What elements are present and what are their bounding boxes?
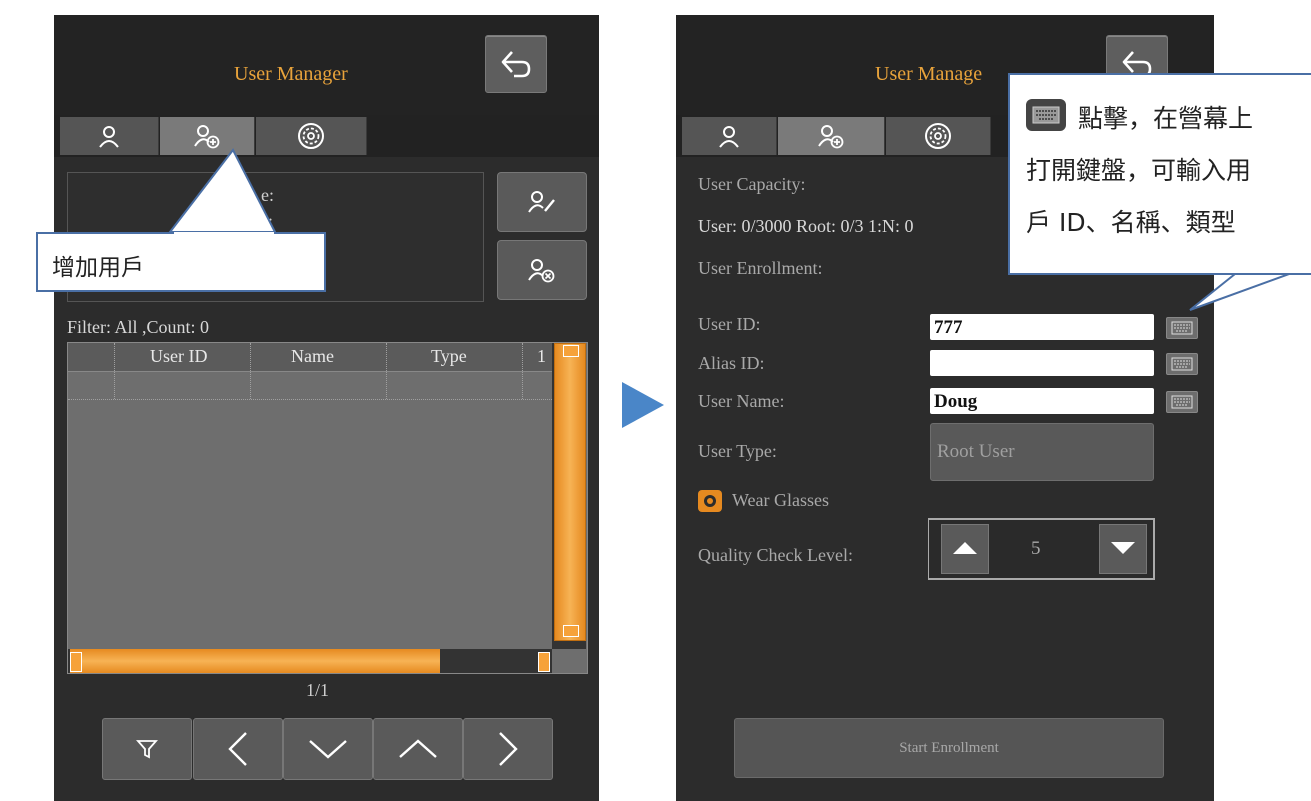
- user-table: User ID Name Type 1: [67, 342, 588, 674]
- add-user-callout: 增加用戶: [36, 232, 326, 292]
- table-header: User ID Name Type 1: [68, 343, 552, 372]
- scroll-down-end[interactable]: [563, 625, 579, 637]
- add-user-icon: [818, 125, 844, 149]
- prev-page-button[interactable]: [193, 718, 283, 780]
- column-divider: [522, 343, 523, 399]
- user-name-input[interactable]: Doug: [930, 388, 1154, 414]
- chevron-right-icon: [499, 732, 518, 766]
- wear-glasses-radio[interactable]: [698, 490, 722, 512]
- keyboard-callout: 點擊，在營幕上 打開鍵盤，可輸入用 戶 ID、名稱、類型: [1008, 73, 1311, 275]
- filter-status: Filter: All ,Count: 0: [67, 317, 210, 337]
- user-name-label: User Name:: [698, 391, 785, 411]
- quality-stepper[interactable]: 5: [928, 518, 1155, 580]
- keyboard-icon: [1026, 99, 1066, 131]
- callout-text: 增加用戶: [52, 255, 144, 281]
- alias-id-label: Alias ID:: [698, 353, 765, 373]
- page-indicator: 1/1: [306, 680, 330, 700]
- chevron-up-icon: [399, 739, 437, 758]
- quality-label: Quality Check Level:: [698, 545, 853, 565]
- chevron-down-icon: [309, 740, 347, 759]
- callout-text-line2: 打開鍵盤，可輸入用: [1026, 156, 1252, 185]
- user-type-label: User Type:: [698, 441, 777, 461]
- triangle-up-icon: [953, 542, 977, 554]
- user-id-input[interactable]: 777: [930, 314, 1154, 340]
- column-divider: [386, 343, 387, 399]
- keyboard-icon: [1171, 395, 1193, 409]
- empty-table-row: [68, 399, 552, 400]
- quality-decrease-button[interactable]: [1099, 524, 1147, 574]
- tab-user-list[interactable]: [682, 117, 777, 155]
- column-header-user-id[interactable]: User ID: [150, 346, 207, 367]
- enrollment-label: User Enrollment:: [698, 258, 823, 278]
- horizontal-scroll-thumb[interactable]: [70, 649, 440, 673]
- tab-settings[interactable]: [886, 117, 991, 155]
- wear-glasses-label: Wear Glasses: [732, 490, 830, 510]
- horizontal-scrollbar[interactable]: [68, 649, 552, 673]
- filter-icon: [136, 740, 158, 759]
- user-type-select[interactable]: Root User: [930, 423, 1154, 481]
- tab-add-user[interactable]: [778, 117, 885, 155]
- user-name-keyboard-button[interactable]: [1166, 391, 1198, 413]
- filter-button[interactable]: [102, 718, 192, 780]
- scroll-up-button[interactable]: [373, 718, 463, 780]
- capacity-value: User: 0/3000 Root: 0/3 1:N: 0: [698, 216, 914, 236]
- callout-pointer: [1189, 270, 1301, 311]
- page-title: User Manage: [875, 63, 983, 85]
- triangle-down-icon: [1111, 542, 1135, 554]
- start-enrollment-button[interactable]: Start Enrollment: [734, 718, 1164, 778]
- alias-id-keyboard-button[interactable]: [1166, 353, 1198, 375]
- column-divider: [114, 343, 115, 399]
- vertical-scroll-thumb[interactable]: [554, 343, 586, 641]
- column-header-extra[interactable]: 1: [537, 346, 546, 367]
- user-type-value: Root User: [937, 441, 1015, 462]
- scroll-down-button[interactable]: [283, 718, 373, 780]
- capacity-label: User Capacity:: [698, 174, 806, 194]
- navigation-bar: [193, 718, 553, 780]
- keyboard-icon: [1171, 357, 1193, 371]
- callout-text-line3: 戶 ID、名稱、類型: [1026, 208, 1236, 237]
- scroll-left-end[interactable]: [70, 652, 82, 672]
- chevron-left-icon: [228, 732, 247, 766]
- user-id-keyboard-button[interactable]: [1166, 317, 1198, 339]
- alias-id-input[interactable]: [930, 350, 1154, 376]
- column-header-name[interactable]: Name: [291, 346, 334, 367]
- column-divider: [250, 343, 251, 399]
- column-header-type[interactable]: Type: [431, 346, 467, 367]
- scroll-up-end[interactable]: [563, 345, 579, 357]
- scroll-right-end[interactable]: [538, 652, 550, 672]
- keyboard-icon: [1171, 321, 1193, 335]
- callout-text-line1: 點擊，在營幕上: [1078, 104, 1254, 133]
- quality-increase-button[interactable]: [941, 524, 989, 574]
- user-icon: [719, 126, 739, 148]
- quality-value: 5: [1031, 538, 1041, 559]
- gear-icon: [925, 123, 951, 149]
- next-page-button[interactable]: [463, 718, 553, 780]
- transition-arrow-icon: [622, 382, 664, 428]
- user-id-label: User ID:: [698, 314, 761, 334]
- vertical-scrollbar[interactable]: [552, 343, 586, 649]
